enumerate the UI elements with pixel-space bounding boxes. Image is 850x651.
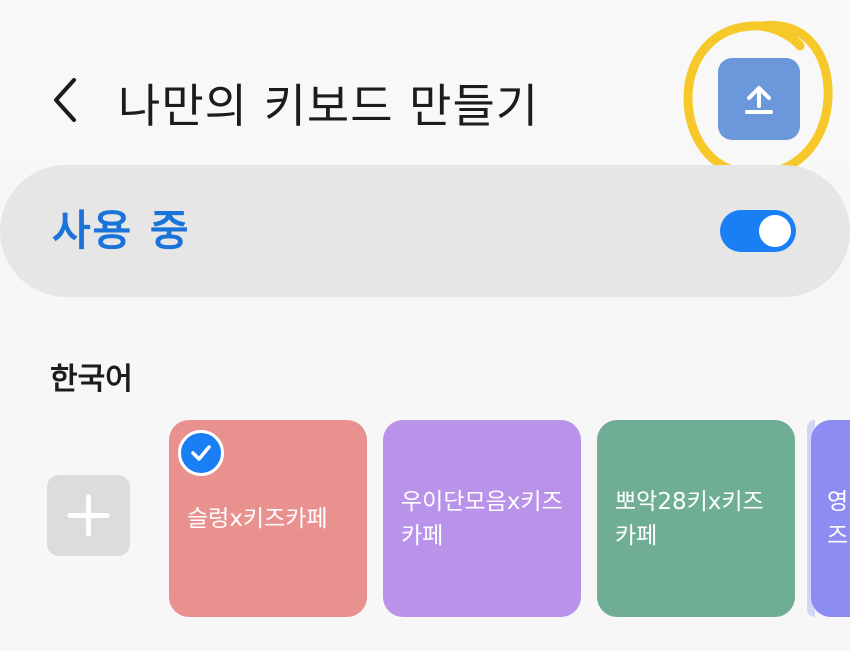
keyboard-tile-partial[interactable]: 영 즈 <box>811 420 850 617</box>
in-use-toggle[interactable] <box>720 210 796 252</box>
chevron-left-icon <box>54 78 76 122</box>
in-use-label: 사용 중 <box>52 206 191 255</box>
keyboard-maker-screen: 나만의 키보드 만들기 사용 중 한국어 슬렁x키즈카페 우이단모음x키즈카페 … <box>0 0 850 651</box>
keyboard-tile-label: 우이단모음x키즈카페 <box>401 488 563 549</box>
keyboard-tile[interactable]: 우이단모음x키즈카페 <box>383 420 581 617</box>
keyboard-tile-label: 슬렁x키즈카페 <box>187 505 328 532</box>
plus-icon <box>67 494 110 537</box>
header: 나만의 키보드 만들기 <box>0 0 850 179</box>
back-button[interactable] <box>44 74 88 126</box>
keyboard-tile-label: 영 즈 <box>827 488 849 549</box>
selected-check-icon <box>178 430 224 476</box>
upload-icon <box>745 86 773 114</box>
section-label-korean: 한국어 <box>50 362 133 397</box>
add-keyboard-button[interactable] <box>47 475 130 556</box>
in-use-card[interactable]: 사용 중 <box>0 165 850 297</box>
keyboard-tile[interactable]: 뽀악28키x키즈카페 <box>597 420 795 617</box>
upload-button[interactable] <box>718 58 800 140</box>
page-title: 나만의 키보드 만들기 <box>118 79 540 133</box>
toggle-knob <box>757 213 793 249</box>
keyboard-tile-label: 뽀악28키x키즈카페 <box>615 488 764 549</box>
